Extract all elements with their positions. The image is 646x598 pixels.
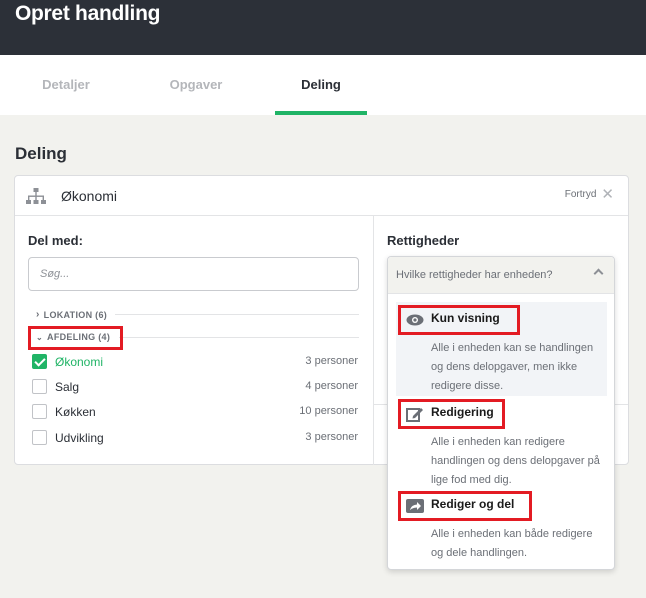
list-item-kokken[interactable]: Køkken 10 personer [32,401,358,423]
rights-select[interactable]: Hvilke rettigheder har enheden? [388,257,614,294]
select-placeholder: Hvilke rettigheder har enheden? [396,269,553,281]
item-name: Udvikling [55,431,104,445]
tab-opgaver[interactable]: Opgaver [150,55,242,115]
cancel-label: Fortryd [564,189,597,200]
group-lokation[interactable]: › LOKATION (6) [36,309,107,320]
chevron-right-icon: › [36,309,40,320]
page-title: Opret handling [15,2,161,25]
card-header: Økonomi Fortryd ✕ [15,176,628,216]
eye-icon [406,314,424,326]
divider [115,314,359,315]
org-chart-icon [26,188,46,204]
checkbox[interactable] [32,379,47,394]
search-input[interactable] [28,257,359,291]
item-name: Økonomi [55,355,104,369]
checkbox[interactable] [32,354,47,369]
section-title: Deling [15,144,67,163]
cancel-button[interactable]: Fortryd ✕ [564,185,614,203]
tab-deling[interactable]: Deling [275,55,367,115]
option-name: Rediger og del [431,497,515,511]
tab-detaljer[interactable]: Detaljer [20,55,112,115]
rights-dropdown: Hvilke rettigheder har enheden? Kun visn… [387,256,615,570]
close-icon: ✕ [601,185,614,203]
option-rediger-og-del[interactable]: Rediger og del Alle i enheden kan både r… [396,488,607,568]
edit-icon [406,408,423,422]
checkbox[interactable] [32,430,47,445]
chevron-up-icon [593,268,604,279]
tab-deling-label: Deling [301,77,341,92]
option-desc: Alle i enheden kan både redigere og dele… [431,528,593,559]
option-name: Redigering [431,405,494,419]
item-name: Salg [55,380,80,394]
item-count: 3 personer [305,355,358,367]
item-count: 4 personer [305,380,358,392]
share-icon [406,499,424,513]
rights-label: Rettigheder [387,233,460,248]
group-label: LOKATION (6) [43,309,108,320]
option-redigering[interactable]: Redigering Alle i enheden kan redigere h… [396,396,607,486]
option-kun-visning[interactable]: Kun visning Alle i enheden kan se handli… [396,302,607,396]
item-name: Køkken [55,405,96,419]
tab-bar: Detaljer Opgaver Deling [0,55,646,115]
item-count: 10 personer [299,405,358,417]
item-count: 3 personer [305,431,358,443]
highlight-box [28,326,123,350]
top-bar: Opret handling [0,0,646,55]
checkbox[interactable] [32,404,47,419]
divider [119,337,359,338]
list-item-udvikling[interactable]: Udvikling 3 personer [32,427,358,449]
column-divider [373,216,374,465]
list-item-salg[interactable]: Salg 4 personer [32,376,358,398]
share-with-label: Del med: [28,233,83,248]
option-desc: Alle i enheden kan redigere handlingen o… [431,436,600,486]
option-name: Kun visning [431,311,500,325]
unit-name: Økonomi [61,188,118,204]
active-tab-indicator [275,111,367,115]
list-item-okonomi[interactable]: Økonomi 3 personer [32,351,358,373]
option-desc: Alle i enheden kan se handlingen og dens… [431,342,594,392]
